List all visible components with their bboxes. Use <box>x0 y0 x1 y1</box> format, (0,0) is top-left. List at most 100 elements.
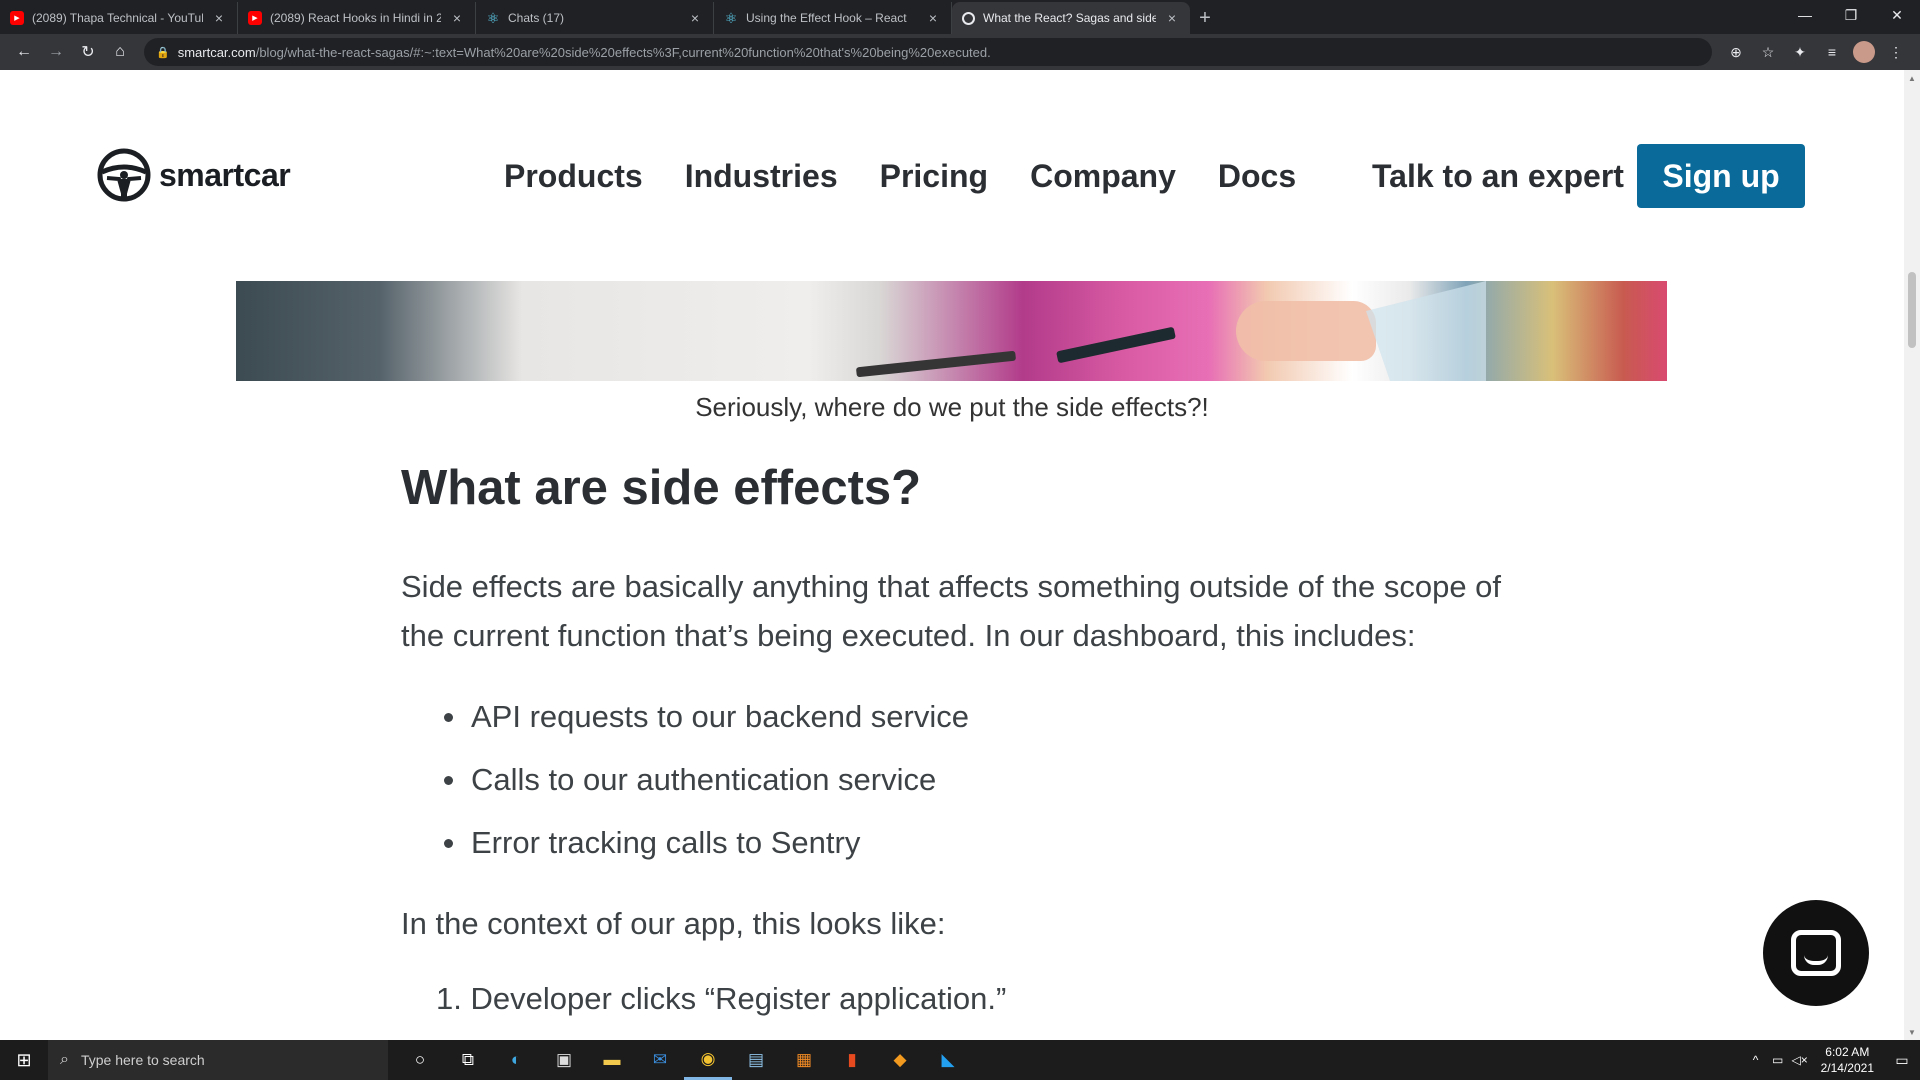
browser-tab-active[interactable]: What the React? Sagas and side effects × <box>952 2 1190 34</box>
tab-title: Chats (17) <box>508 11 565 25</box>
vscode-icon[interactable]: ◣ <box>924 1040 972 1080</box>
close-tab-icon[interactable]: × <box>687 10 703 26</box>
main-nav: Products Industries Pricing Company Docs <box>504 158 1338 195</box>
hero-hand-shape <box>1236 301 1376 361</box>
hero-shard-shape <box>1366 281 1486 381</box>
file-explorer-icon[interactable]: ▬ <box>588 1040 636 1080</box>
search-placeholder: Type here to search <box>80 1052 205 1068</box>
url-path: /blog/what-the-react-sagas/#:~:text=What… <box>255 44 991 60</box>
scrollbar-thumb[interactable] <box>1908 272 1916 348</box>
close-tab-icon[interactable]: × <box>449 10 465 26</box>
nav-company[interactable]: Company <box>1030 158 1176 195</box>
scroll-up-icon[interactable]: ▲ <box>1904 70 1920 86</box>
clock-date: 2/14/2021 <box>1820 1061 1874 1075</box>
site-header: smartcar Products Industries Pricing Com… <box>0 70 1904 280</box>
hero-marker-shape <box>1056 326 1176 364</box>
address-bar[interactable]: 🔒 smartcar.com /blog/what-the-react-saga… <box>144 38 1712 66</box>
image-caption: Seriously, where do we put the side effe… <box>695 392 1209 422</box>
volume-mute-icon[interactable]: ◁× <box>1789 1053 1811 1067</box>
store-icon[interactable]: ▣ <box>540 1040 588 1080</box>
nav-docs[interactable]: Docs <box>1218 158 1296 195</box>
browser-tab[interactable]: ▶ (2089) React Hooks in Hindi in 2021 × <box>238 2 476 34</box>
scroll-down-icon[interactable]: ▼ <box>1904 1024 1920 1040</box>
youtube-icon: ▶ <box>248 11 262 25</box>
chat-icon <box>1791 930 1841 976</box>
close-tab-icon[interactable]: × <box>211 10 227 26</box>
tab-title: (2089) Thapa Technical - YouTube <box>32 11 203 25</box>
back-icon[interactable]: ← <box>8 38 40 66</box>
chrome-icon[interactable]: ◉ <box>684 1040 732 1080</box>
network-icon[interactable]: ▭ <box>1767 1053 1789 1067</box>
search-icon: ⌕ <box>60 1051 69 1068</box>
logo-text: smartcar <box>159 156 291 193</box>
close-tab-icon[interactable]: × <box>925 10 941 26</box>
windows-start-icon[interactable]: ⊞ <box>0 1040 48 1080</box>
cortana-icon[interactable]: ○ <box>396 1040 444 1080</box>
media-queue-icon[interactable]: ≡ <box>1816 38 1848 66</box>
forward-icon[interactable]: → <box>40 38 72 66</box>
minimize-icon[interactable]: — <box>1782 0 1828 30</box>
tray-chevron-icon[interactable]: ^ <box>1745 1053 1767 1067</box>
smartcar-logo[interactable]: smartcar <box>97 148 291 202</box>
nav-products[interactable]: Products <box>504 158 643 195</box>
tab-title: What the React? Sagas and side effects <box>983 11 1156 25</box>
react-icon: ⚛ <box>724 9 738 26</box>
edge-icon[interactable]: ◐ <box>492 1040 540 1080</box>
chat-launcher-button[interactable] <box>1763 900 1869 1006</box>
task-view-icon[interactable]: ⧉ <box>444 1040 492 1080</box>
side-effects-list: API requests to our backend service Call… <box>444 698 1511 862</box>
menu-kebab-icon[interactable]: ⋮ <box>1880 38 1912 66</box>
clock-time: 6:02 AM <box>1825 1045 1870 1059</box>
list-item: Error tracking calls to Sentry <box>444 824 1511 862</box>
window-controls: — ❐ ✕ <box>1782 0 1920 30</box>
signup-button[interactable]: Sign up <box>1637 144 1805 208</box>
section-heading: What are side effects? <box>401 461 922 515</box>
browser-tab[interactable]: ▶ (2089) Thapa Technical - YouTube × <box>0 2 238 34</box>
browser-tabstrip: ▶ (2089) Thapa Technical - YouTube × ▶ (… <box>0 0 1920 34</box>
close-window-icon[interactable]: ✕ <box>1874 0 1920 30</box>
list-item: API requests to our backend service <box>444 698 1511 736</box>
nav-pricing[interactable]: Pricing <box>880 158 988 195</box>
taskbar-apps: ○ ⧉ ◐ ▣ ▬ ✉ ◉ ▤ ▦ ▮ ◆ ◣ <box>396 1040 972 1080</box>
new-tab-icon[interactable]: + <box>1190 2 1220 34</box>
app-orange-icon[interactable]: ▦ <box>780 1040 828 1080</box>
article-body: What are side effects? Side effects are … <box>401 460 1511 1018</box>
mail-icon[interactable]: ✉ <box>636 1040 684 1080</box>
lock-icon: 🔒 <box>156 46 170 59</box>
extensions-icon[interactable]: ✦ <box>1784 38 1816 66</box>
home-icon[interactable]: ⌂ <box>104 38 136 66</box>
context-paragraph: In the context of our app, this looks li… <box>401 906 946 941</box>
notepad-icon[interactable]: ▤ <box>732 1040 780 1080</box>
bookmark-star-icon[interactable]: ☆ <box>1752 38 1784 66</box>
system-tray: ^ ▭ ◁× 6:02 AM 2/14/2021 ▭ <box>1745 1040 1920 1080</box>
office-icon[interactable]: ▮ <box>828 1040 876 1080</box>
hero-pen-shape <box>855 350 1017 378</box>
close-tab-icon[interactable]: × <box>1164 10 1180 26</box>
article-hero-image <box>236 281 1667 381</box>
sublime-icon[interactable]: ◆ <box>876 1040 924 1080</box>
notification-icon[interactable]: ▭ <box>1884 1040 1920 1080</box>
steps-list: 1. Developer clicks “Register applicatio… <box>436 980 1511 1018</box>
profile-avatar[interactable] <box>1853 41 1875 63</box>
nav-industries[interactable]: Industries <box>685 158 838 195</box>
url-host: smartcar.com <box>177 44 256 60</box>
smartcar-icon <box>962 11 975 25</box>
taskbar-search[interactable]: ⌕ Type here to search <box>48 1040 388 1080</box>
list-item: Calls to our authentication service <box>444 761 1511 799</box>
reload-icon[interactable]: ↻ <box>72 38 104 66</box>
zoom-icon[interactable]: ⊕ <box>1720 38 1752 66</box>
browser-tab[interactable]: ⚛ Chats (17) × <box>476 2 714 34</box>
intro-paragraph: Side effects are basically anything that… <box>401 569 1502 653</box>
react-icon: ⚛ <box>486 9 500 26</box>
browser-tab[interactable]: ⚛ Using the Effect Hook – React × <box>714 2 952 34</box>
steering-wheel-icon <box>97 148 151 202</box>
restore-icon[interactable]: ❐ <box>1828 0 1874 30</box>
windows-taskbar: ⊞ ⌕ Type here to search ○ ⧉ ◐ ▣ ▬ ✉ ◉ ▤ … <box>0 1040 1920 1080</box>
youtube-icon: ▶ <box>10 11 24 25</box>
list-item: 1. Developer clicks “Register applicatio… <box>436 981 1007 1016</box>
browser-toolbar: ← → ↻ ⌂ 🔒 smartcar.com /blog/what-the-re… <box>0 34 1920 70</box>
page-scrollbar[interactable]: ▲ ▼ <box>1904 70 1920 1040</box>
page-viewport: smartcar Products Industries Pricing Com… <box>0 70 1904 1040</box>
taskbar-clock[interactable]: 6:02 AM 2/14/2021 <box>1821 1044 1874 1076</box>
talk-to-expert-link[interactable]: Talk to an expert <box>1372 158 1624 195</box>
